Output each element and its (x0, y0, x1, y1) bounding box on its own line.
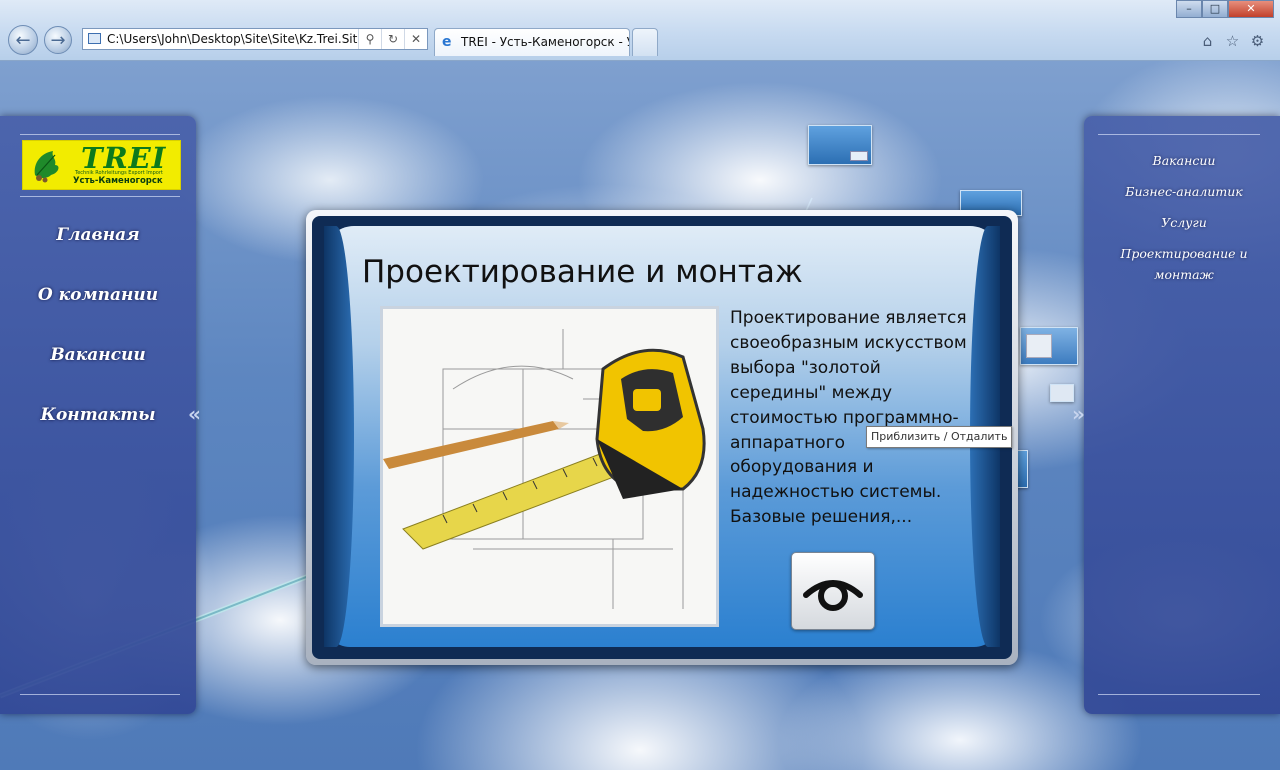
divider (1098, 694, 1260, 695)
expand-right-icon[interactable]: » (1072, 402, 1085, 426)
new-tab-button[interactable] (632, 28, 658, 56)
search-icon[interactable]: ⚲ (358, 29, 381, 49)
forward-button[interactable]: → (44, 26, 72, 54)
back-button[interactable]: ← (8, 25, 38, 55)
home-icon[interactable]: ⌂ (1199, 32, 1216, 50)
eye-icon (803, 580, 863, 611)
left-nav-panel: TREI Technik Rohrleitungs Export Import … (0, 116, 201, 714)
submenu: Вакансии Бизнес-аналитик Услуги Проектир… (1108, 150, 1260, 285)
gear-icon[interactable]: ⚙ (1249, 32, 1266, 50)
refresh-button[interactable]: ↻ (381, 29, 404, 49)
address-text: C:\Users\John\Desktop\Site\Site\Kz.Trei.… (107, 32, 365, 46)
submenu-item-vacancies[interactable]: Вакансии (1108, 150, 1260, 171)
menu-item-about[interactable]: О компании (0, 280, 196, 340)
submenu-item-analyst[interactable]: Бизнес-аналитик (1108, 181, 1260, 202)
divider (20, 134, 180, 135)
main-menu: Главная О компании Вакансии Контакты (0, 220, 196, 460)
browser-toolbar: ← → C:\Users\John\Desktop\Site\Site\Kz.T… (0, 0, 1280, 61)
forward-arrow-icon: → (50, 30, 66, 51)
tab-active[interactable]: e TREI - Усть-Каменогорск - У... (434, 28, 630, 56)
dialog-title: Проектирование и монтаж (362, 254, 803, 290)
window-controls: – □ ✕ (1176, 0, 1274, 18)
ie-icon: e (442, 34, 452, 50)
submenu-item-services[interactable]: Услуги (1108, 212, 1260, 233)
tab-title: TREI - Усть-Каменогорск - У... (461, 35, 630, 49)
service-photo (380, 306, 719, 627)
menu-item-home[interactable]: Главная (0, 220, 196, 280)
thumbnail-node[interactable] (1050, 384, 1074, 402)
tape-measure-image (383, 309, 716, 624)
star-icon[interactable]: ☆ (1224, 32, 1241, 50)
close-button[interactable]: ✕ (1228, 0, 1274, 18)
stop-button[interactable]: ✕ (404, 29, 427, 49)
submenu-item-design-line1[interactable]: Проектирование и (1108, 243, 1260, 264)
collapse-left-icon[interactable]: « (188, 402, 201, 426)
thumbnail-preview-icon (850, 151, 868, 161)
page-icon (88, 33, 101, 44)
minimize-button[interactable]: – (1176, 0, 1202, 18)
dialog-edge (324, 226, 354, 647)
oak-leaf-icon (34, 151, 59, 183)
maximize-button[interactable]: □ (1202, 0, 1228, 18)
divider (20, 196, 180, 197)
trei-logo[interactable]: TREI Technik Rohrleitungs Export Import … (22, 140, 181, 190)
menu-item-contacts[interactable]: Контакты (0, 400, 196, 460)
thumbnail-node[interactable] (808, 125, 872, 165)
back-arrow-icon: ← (15, 30, 31, 51)
logo-city: Усть-Каменогорск (73, 176, 163, 186)
dialog-description: Проектирование является своеобразным иск… (730, 308, 967, 528)
submenu-item-design-line2[interactable]: монтаж (1108, 264, 1260, 285)
thumbnail-image (1026, 334, 1052, 358)
right-nav-panel: Вакансии Бизнес-аналитик Услуги Проектир… (1072, 116, 1280, 714)
divider (1098, 134, 1260, 135)
divider (20, 694, 180, 695)
zoom-tooltip: Приблизить / Отдалить (866, 426, 1013, 448)
thumbnail-node[interactable] (1020, 327, 1078, 365)
address-bar[interactable]: C:\Users\John\Desktop\Site\Site\Kz.Trei.… (82, 28, 428, 50)
menu-item-vacancies[interactable]: Вакансии (0, 340, 196, 400)
view-button[interactable] (791, 552, 875, 630)
